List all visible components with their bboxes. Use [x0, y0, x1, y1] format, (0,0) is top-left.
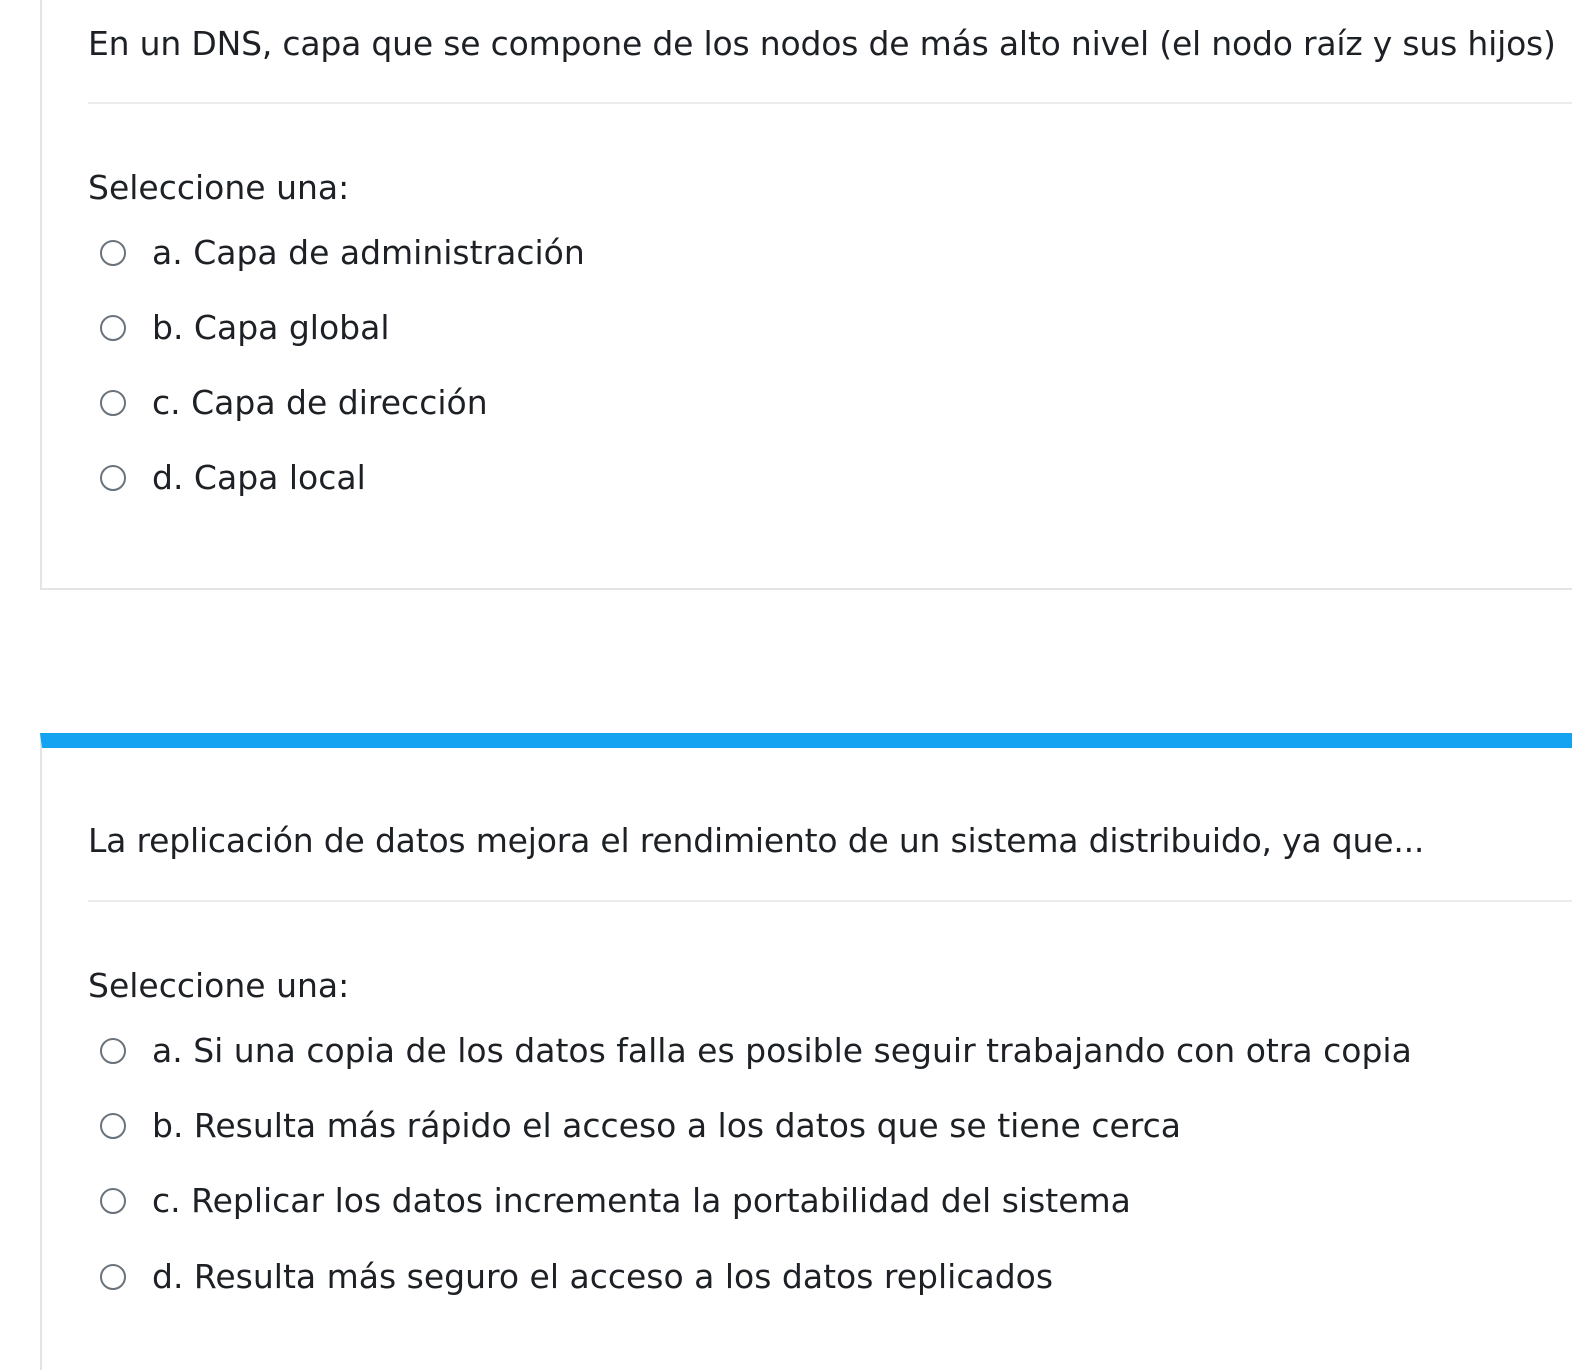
radio-button[interactable]	[100, 1188, 126, 1214]
radio-button[interactable]	[100, 240, 126, 266]
answer-option-a[interactable]: a. Capa de administración	[100, 231, 585, 275]
answer-option-c[interactable]: c. Replicar los datos incrementa la port…	[100, 1179, 1131, 1223]
question-card-2: La replicación de datos mejora el rendim…	[40, 733, 1572, 1370]
question-text: En un DNS, capa que se compone de los no…	[88, 24, 1556, 63]
question-text: La replicación de datos mejora el rendim…	[88, 821, 1425, 860]
option-label: a. Si una copia de los datos falla es po…	[152, 1031, 1412, 1070]
answer-option-a[interactable]: a. Si una copia de los datos falla es po…	[100, 1029, 1412, 1073]
radio-button[interactable]	[100, 1264, 126, 1290]
option-label: c. Replicar los datos incrementa la port…	[152, 1181, 1131, 1220]
radio-button[interactable]	[100, 1113, 126, 1139]
radio-button[interactable]	[100, 315, 126, 341]
question-card-1: En un DNS, capa que se compone de los no…	[40, 0, 1572, 590]
option-label: a. Capa de administración	[152, 233, 585, 272]
answer-option-d[interactable]: d. Resulta más seguro el acceso a los da…	[100, 1255, 1053, 1299]
select-prompt: Seleccione una:	[88, 966, 350, 1005]
option-label: d. Resulta más seguro el acceso a los da…	[152, 1257, 1054, 1296]
radio-button[interactable]	[100, 390, 126, 416]
option-label: b. Capa global	[152, 308, 390, 347]
answer-option-b[interactable]: b. Capa global	[100, 306, 390, 350]
answer-option-c[interactable]: c. Capa de dirección	[100, 381, 488, 425]
radio-button[interactable]	[100, 1038, 126, 1064]
answer-option-d[interactable]: d. Capa local	[100, 456, 366, 500]
option-label: b. Resulta más rápido el acceso a los da…	[152, 1106, 1181, 1145]
quiz-page: En un DNS, capa que se compone de los no…	[0, 0, 1572, 1370]
option-label: d. Capa local	[152, 458, 366, 497]
radio-button[interactable]	[100, 465, 126, 491]
divider	[88, 102, 1572, 104]
option-label: c. Capa de dirección	[152, 383, 488, 422]
select-prompt: Seleccione una:	[88, 168, 350, 207]
answer-option-b[interactable]: b. Resulta más rápido el acceso a los da…	[100, 1104, 1181, 1148]
divider	[88, 900, 1572, 902]
